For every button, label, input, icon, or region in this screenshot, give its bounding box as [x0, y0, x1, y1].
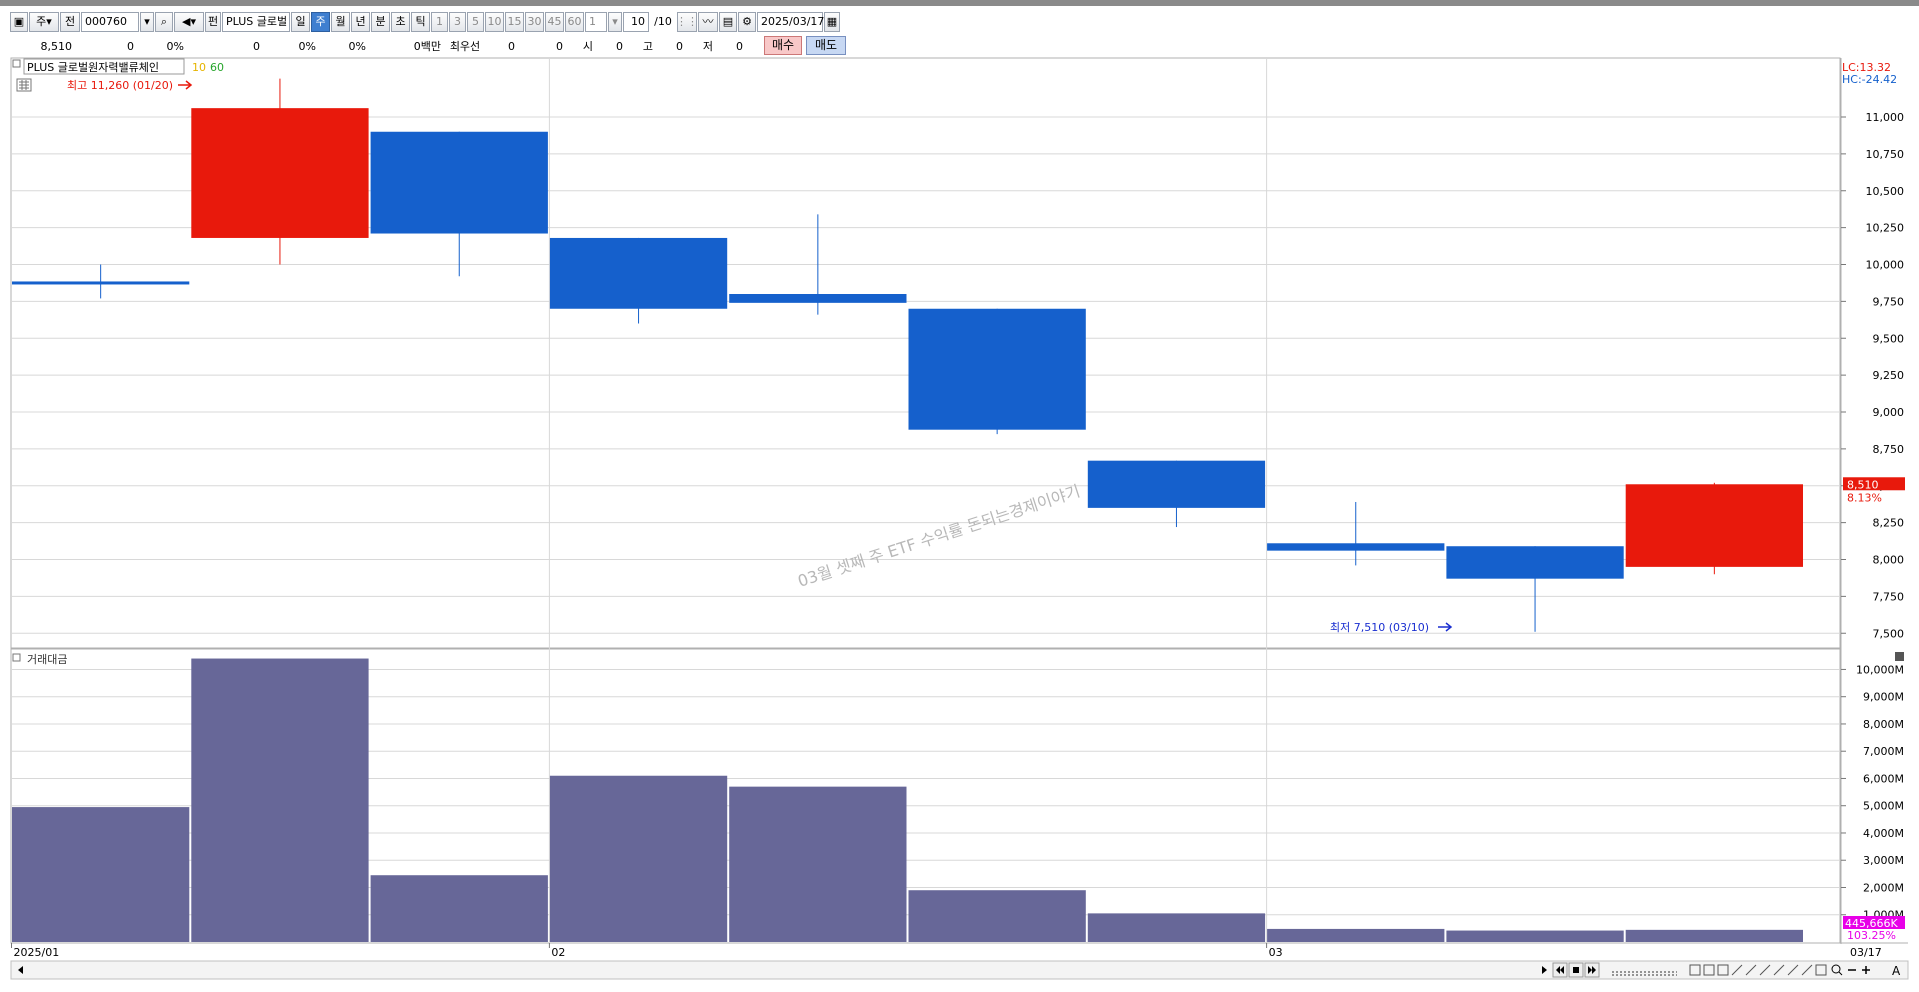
- price-tick-label: 10,750: [1866, 148, 1905, 161]
- price-tick-label: 11,000: [1866, 111, 1905, 124]
- price-tick-label: 9,500: [1873, 332, 1905, 345]
- volume-bar: [1267, 928, 1445, 942]
- low-price-annotation: 최저 7,510 (03/10): [1330, 621, 1429, 634]
- current-price-value: 8,510: [1847, 478, 1879, 491]
- price-tick-label: 9,750: [1873, 295, 1905, 308]
- volume-panel-menu-icon[interactable]: [1895, 652, 1904, 661]
- candle-body: [12, 281, 190, 285]
- volume-panel-title: 거래대금: [27, 653, 67, 666]
- candle-body: [729, 294, 907, 303]
- ma-60-label: 60: [210, 61, 224, 74]
- candle-body: [549, 237, 728, 309]
- volume-tick-label: 5,000M: [1863, 800, 1904, 813]
- volume-tick-label: 3,000M: [1863, 854, 1904, 867]
- volume-bar: [1625, 929, 1803, 942]
- price-tick-label: 7,750: [1873, 590, 1905, 603]
- ma-10-label: 10: [192, 61, 206, 74]
- price-tick-label: 8,250: [1873, 517, 1905, 530]
- volume-bar: [908, 890, 1086, 942]
- stop-icon: [1573, 967, 1579, 973]
- price-tick-label: 7,500: [1873, 627, 1905, 640]
- candle-body: [1446, 546, 1624, 579]
- candle-body: [1087, 460, 1266, 508]
- xaxis-tick-label: 03: [1269, 946, 1283, 959]
- volume-bar: [1446, 930, 1624, 942]
- volume-tick-label: 4,000M: [1863, 827, 1904, 840]
- hc-label: HC:-24.42: [1842, 73, 1897, 86]
- volume-tick-label: 8,000M: [1863, 718, 1904, 731]
- volume-bar: [1087, 913, 1266, 942]
- volume-bar: [191, 658, 369, 942]
- price-tick-label: 9,250: [1873, 369, 1905, 382]
- volume-tick-label: 6,000M: [1863, 772, 1904, 785]
- price-tick-label: 9,000: [1873, 406, 1905, 419]
- font-size-icon[interactable]: A: [1892, 964, 1901, 978]
- xaxis-tick-label: 2025/01: [14, 946, 60, 959]
- current-volume-pct: 103.25%: [1847, 929, 1896, 942]
- xaxis-ticks: 2025/01 02 03 03/17: [11, 943, 1882, 959]
- candle-body: [191, 108, 369, 238]
- price-tick-label: 10,500: [1866, 185, 1905, 198]
- xaxis-end-label: 03/17: [1850, 946, 1882, 959]
- price-panel-title: PLUS 글로벌원자력밸류체인: [27, 61, 159, 74]
- volume-tick-label: 9,000M: [1863, 691, 1904, 704]
- high-price-annotation: 최고 11,260 (01/20): [67, 79, 173, 92]
- chart-canvas[interactable]: 11,000 10,750 10,500 10,250 10,000 9,750 9,500…: [0, 0, 1919, 992]
- price-tick-label: 8,750: [1873, 443, 1905, 456]
- horizontal-scrollbar[interactable]: [10, 960, 1909, 980]
- chart-window: ▣ 주 ▾ 전 000760 ▾ ⌕ ◀▾ 펀 PLUS 글로벌 일 주 월 년 …: [0, 0, 1919, 992]
- candle-body: [370, 131, 548, 234]
- volume-tick-label: 7,000M: [1863, 745, 1904, 758]
- price-tick-label: 10,000: [1866, 259, 1905, 272]
- grid-settings-icon-glyph: [19, 80, 29, 90]
- candle-body: [908, 308, 1086, 430]
- candle-body: [1625, 484, 1803, 567]
- xaxis-tick-label: 02: [551, 946, 565, 959]
- volume-tick-label: 2,000M: [1863, 881, 1904, 894]
- candle-body: [1267, 543, 1445, 551]
- current-price-pct: 8.13%: [1847, 491, 1882, 504]
- volume-bar: [12, 807, 190, 942]
- price-tick-label: 8,000: [1873, 554, 1905, 567]
- volume-bar: [729, 786, 907, 942]
- price-tick-label: 10,250: [1866, 222, 1905, 235]
- volume-bar: [370, 875, 548, 942]
- volume-bar: [549, 775, 728, 942]
- volume-tick-label: 10,000M: [1856, 663, 1904, 676]
